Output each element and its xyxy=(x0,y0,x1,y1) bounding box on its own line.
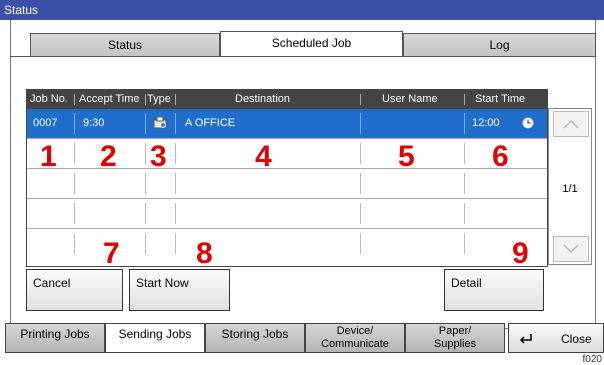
cell-divider xyxy=(175,203,176,224)
cell-divider xyxy=(175,113,176,134)
tab-label: Sending Jobs xyxy=(118,327,192,341)
cell-divider xyxy=(464,113,465,134)
header-divider xyxy=(145,94,146,105)
cell-divider xyxy=(145,173,146,194)
tab-device-communicate[interactable]: Device/ Communicate xyxy=(305,323,405,353)
tab-label: Paper/ Supplies xyxy=(433,325,477,350)
button-label: Cancel xyxy=(33,276,71,290)
clock-icon xyxy=(522,117,534,129)
callout-9: 9 xyxy=(512,237,529,270)
tab-label: Printing Jobs xyxy=(20,327,90,341)
detail-button[interactable]: Detail xyxy=(444,269,544,311)
scroll-up-button[interactable] xyxy=(553,111,589,137)
tab-storing-jobs[interactable]: Storing Jobs xyxy=(205,323,305,353)
callout-1: 1 xyxy=(40,140,57,173)
cell-divider xyxy=(464,203,465,224)
cell-divider xyxy=(145,113,146,134)
cell-divider xyxy=(464,173,465,194)
cell-divider xyxy=(145,233,146,254)
type-cell xyxy=(152,109,168,137)
table-row-selected[interactable]: 0007 9:30 A OFFICE 12:00 xyxy=(27,109,547,138)
table-header: Job No. Accept Time Type Destination Use… xyxy=(27,90,547,109)
tab-label: Scheduled Job xyxy=(271,36,352,50)
cell-divider xyxy=(175,233,176,254)
scroll-panel: 1/1 xyxy=(548,108,592,265)
page-counter: 1/1 xyxy=(562,183,578,195)
header-divider xyxy=(360,94,361,105)
cell-divider xyxy=(74,203,75,224)
header-divider xyxy=(74,94,75,105)
button-label: Start Now xyxy=(136,276,189,290)
cell-divider xyxy=(360,143,361,164)
title-bar: Status xyxy=(0,0,604,20)
cell-divider xyxy=(74,173,75,194)
cell-divider xyxy=(175,173,176,194)
button-label: Detail xyxy=(451,276,482,290)
col-accept-time: Accept Time xyxy=(79,93,140,105)
fax-icon xyxy=(153,116,167,129)
cell-divider xyxy=(145,203,146,224)
header-divider xyxy=(175,94,176,105)
close-button[interactable]: Close xyxy=(508,323,604,353)
tab-paper-supplies[interactable]: Paper/ Supplies xyxy=(405,323,505,353)
col-job-no: Job No. xyxy=(30,93,68,105)
start-now-button[interactable]: Start Now xyxy=(129,269,230,311)
destination-cell: A OFFICE xyxy=(185,117,236,129)
callout-2: 2 xyxy=(100,140,117,173)
cell-divider xyxy=(74,113,75,134)
callout-4: 4 xyxy=(255,140,272,173)
callout-3: 3 xyxy=(150,140,167,173)
cell-divider xyxy=(464,233,465,254)
tab-label: Storing Jobs xyxy=(221,327,289,341)
callout-6: 6 xyxy=(492,140,509,173)
cell-divider xyxy=(360,173,361,194)
window-title: Status xyxy=(4,3,39,17)
tab-printing-jobs[interactable]: Printing Jobs xyxy=(5,323,105,353)
tab-label: Device/ Communicate xyxy=(321,325,389,350)
callout-5: 5 xyxy=(398,140,415,173)
cell-divider xyxy=(360,233,361,254)
cell-divider xyxy=(145,143,146,164)
col-type: Type xyxy=(147,93,171,105)
chevron-up-icon xyxy=(563,119,579,129)
cell-divider xyxy=(74,233,75,254)
col-user-name: User Name xyxy=(382,93,438,105)
table-row[interactable] xyxy=(27,198,547,227)
tab-log[interactable]: Log xyxy=(403,33,596,57)
cell-divider xyxy=(175,143,176,164)
cell-divider xyxy=(360,203,361,224)
cell-divider xyxy=(74,143,75,164)
col-destination: Destination xyxy=(235,93,291,105)
scroll-down-button[interactable] xyxy=(553,236,589,262)
cell-divider xyxy=(360,113,361,134)
tab-status[interactable]: Status xyxy=(30,33,220,57)
start-time-cell: 12:00 xyxy=(472,117,500,129)
callout-8: 8 xyxy=(196,237,213,270)
header-divider xyxy=(464,94,465,105)
chevron-down-icon xyxy=(563,244,579,254)
tab-sending-jobs[interactable]: Sending Jobs xyxy=(105,323,205,353)
close-label: Close xyxy=(561,332,592,346)
tab-scheduled-job[interactable]: Scheduled Job xyxy=(220,31,403,57)
figure-code: f020 xyxy=(582,354,602,365)
tab-label: Log xyxy=(489,38,510,52)
col-start-time: Start Time xyxy=(475,93,526,105)
accept-time-cell: 9:30 xyxy=(83,117,105,129)
tab-divider xyxy=(10,56,596,57)
cell-divider xyxy=(464,143,465,164)
cancel-button[interactable]: Cancel xyxy=(26,269,123,311)
callout-7: 7 xyxy=(103,237,120,270)
tab-label: Status xyxy=(107,38,143,52)
return-arrow-icon xyxy=(519,334,532,344)
start-time-icon-cell xyxy=(522,109,534,137)
job-no-cell: 0007 xyxy=(33,117,58,129)
